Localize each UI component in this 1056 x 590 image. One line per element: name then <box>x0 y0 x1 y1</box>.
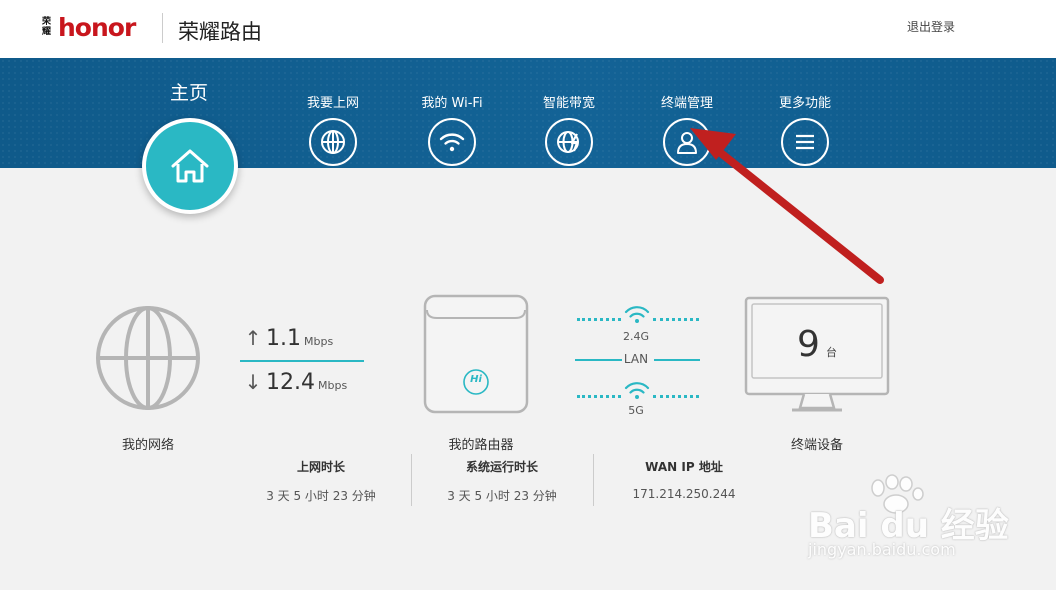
nav-item-label: 我的 Wi-Fi <box>421 96 483 111</box>
speed-panel: ↑ 1.1 Mbps ↓ 12.4 Mbps <box>240 326 364 396</box>
baidu-watermark: Bai du 经验 jingyan.baidu.com <box>808 470 1038 570</box>
wifi-icon <box>428 118 476 166</box>
router-badge: Hi <box>470 374 482 385</box>
stat-wan-ip: WAN IP 地址 171.214.250.244 <box>594 458 774 501</box>
download-speed: ↓ 12.4 Mbps <box>240 370 364 396</box>
nav-item-label: 我要上网 <box>306 96 359 111</box>
nav-item-internet[interactable]: 我要上网 <box>278 92 388 166</box>
lan-label: LAN <box>623 352 649 366</box>
device-count: 9 台 <box>752 304 882 378</box>
device-count-unit: 台 <box>825 346 837 359</box>
router-icon[interactable] <box>423 294 529 416</box>
nav-item-label: 智能带宽 <box>542 96 595 111</box>
stat-title: WAN IP 地址 <box>645 460 723 474</box>
home-tab-label: 主页 <box>170 82 209 104</box>
download-value: 12.4 <box>266 370 315 395</box>
top-header: 荣耀 honor 荣耀路由 退出登录 <box>0 0 1056 58</box>
stat-title: 系统运行时长 <box>465 460 538 474</box>
link-dots <box>577 395 621 398</box>
lan-line <box>575 359 622 361</box>
stat-value: 3 天 5 小时 23 分钟 <box>447 489 557 503</box>
upload-unit: Mbps <box>304 335 334 348</box>
upload-value: 1.1 <box>266 326 301 351</box>
wifi-24g-icon <box>624 306 650 323</box>
bandwidth-icon <box>545 118 593 166</box>
nav-item-more[interactable]: 更多功能 <box>750 92 860 166</box>
network-label: 我的网络 <box>121 438 174 453</box>
download-arrow-icon: ↓ <box>244 370 262 394</box>
upload-speed: ↑ 1.1 Mbps <box>240 326 364 352</box>
logo-wordmark: honor <box>58 12 136 42</box>
wifi-5g-icon <box>624 382 650 399</box>
stat-value: 3 天 5 小时 23 分钟 <box>266 489 376 503</box>
nav-item-bandwidth[interactable]: 智能带宽 <box>514 92 624 166</box>
band-5g-label: 5G <box>628 404 644 417</box>
device-count-value: 9 <box>797 324 820 365</box>
menu-icon <box>781 118 829 166</box>
nav-item-label: 更多功能 <box>778 96 831 111</box>
user-icon <box>663 118 711 166</box>
stat-online-time: 上网时长 3 天 5 小时 23 分钟 <box>231 458 411 504</box>
devices-label: 终端设备 <box>790 438 843 453</box>
link-dots <box>653 318 699 321</box>
network-globe-icon[interactable] <box>95 305 201 411</box>
watermark-sub: jingyan.baidu.com <box>808 540 956 559</box>
upload-arrow-icon: ↑ <box>244 326 262 350</box>
globe-icon <box>309 118 357 166</box>
download-unit: Mbps <box>317 379 348 392</box>
logo-mark: 荣耀 <box>42 15 56 39</box>
home-button[interactable] <box>142 118 238 214</box>
speed-divider <box>240 360 364 362</box>
app-title: 荣耀路由 <box>178 20 262 44</box>
link-dots <box>577 318 621 321</box>
nav-item-devices[interactable]: 终端管理 <box>632 92 742 166</box>
link-dots <box>653 395 699 398</box>
router-label: 我的路由器 <box>448 438 514 453</box>
stat-uptime: 系统运行时长 3 天 5 小时 23 分钟 <box>412 458 592 504</box>
band-24g-label: 2.4G <box>622 330 650 343</box>
logo-mark-text: 荣耀 <box>42 17 52 37</box>
stat-title: 上网时长 <box>296 460 345 474</box>
lan-line <box>654 359 700 361</box>
nav-item-label: 终端管理 <box>660 96 713 111</box>
logout-link[interactable]: 退出登录 <box>907 18 955 35</box>
home-icon <box>171 149 209 183</box>
honor-logo: 荣耀 honor <box>42 12 136 42</box>
stat-value: 171.214.250.244 <box>632 487 736 501</box>
nav-item-wifi[interactable]: 我的 Wi-Fi <box>397 92 507 166</box>
header-divider <box>162 13 163 43</box>
